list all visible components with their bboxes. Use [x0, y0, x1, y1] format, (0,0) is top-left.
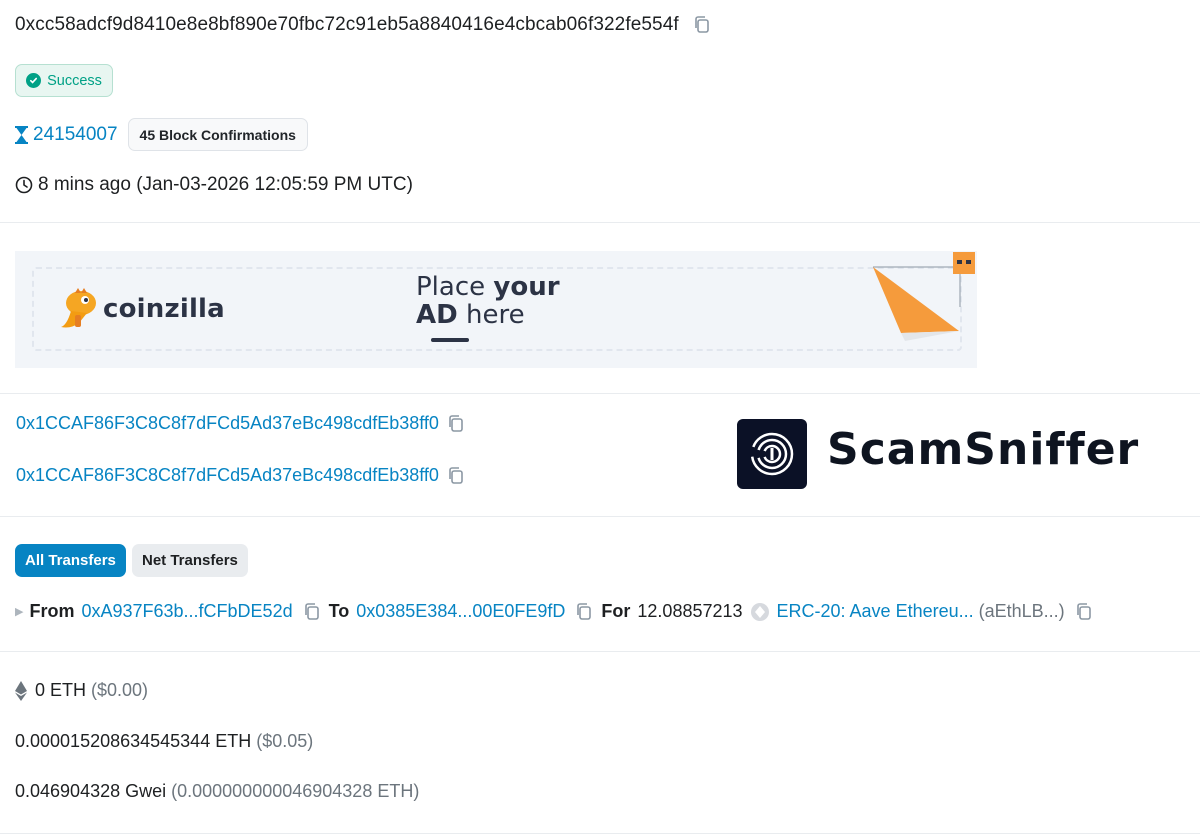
confirmations-badge: 45 Block Confirmations — [127, 118, 308, 151]
hourglass-icon — [15, 125, 28, 144]
divider — [0, 393, 1200, 394]
ad-line2-a: AD — [416, 300, 458, 330]
block-number-link[interactable]: 24154007 — [33, 124, 118, 146]
scamsniffer-wordmark: ScamSniffer — [827, 424, 1140, 475]
status-text: Success — [47, 72, 102, 89]
copy-icon[interactable] — [1075, 602, 1093, 622]
tab-net-transfers[interactable]: Net Transfers — [132, 544, 248, 577]
token-symbol: (aEthLB...) — [978, 601, 1065, 621]
fee-usd: ($0.05) — [256, 731, 314, 751]
coinzilla-mascot-icon — [61, 288, 96, 328]
copy-icon[interactable] — [447, 414, 465, 434]
ad-brand-name: coinzilla — [103, 294, 225, 324]
timestamp-row: 8 mins ago (Jan-03-2026 12:05:59 PM UTC) — [15, 174, 413, 196]
tx-hash-row: 0xcc58adcf9d8410e8e8bf890e70fbc72c91eb5a… — [15, 14, 711, 36]
ad-line1-b: your — [493, 272, 560, 302]
gas-price-eth: (0.000000000046904328 ETH) — [171, 781, 420, 801]
tx-hash: 0xcc58adcf9d8410e8e8bf890e70fbc72c91eb5a… — [15, 14, 679, 35]
eyes-icon — [957, 260, 971, 264]
transaction-fee-row: 0.000015208634545344 ETH ($0.05) — [15, 731, 313, 752]
token-icon — [750, 602, 769, 621]
interacted-with-address-row: 0x1CCAF86F3C8C8f7dFCd5Ad37eBc498cdfEb38f… — [16, 465, 465, 486]
copy-icon[interactable] — [303, 602, 321, 622]
clock-icon — [15, 176, 33, 194]
timestamp-text: 8 mins ago (Jan-03-2026 12:05:59 PM UTC) — [38, 174, 413, 195]
value-row: 0 ETH ($0.00) — [15, 680, 148, 701]
divider — [0, 651, 1200, 652]
ad-line2-b: here — [457, 300, 525, 330]
fee-amount: 0.000015208634545344 ETH — [15, 731, 252, 751]
expand-caret-icon[interactable]: ▶ — [15, 605, 23, 618]
ad-line1-a: Place — [416, 272, 494, 302]
gas-price-row: 0.046904328 Gwei (0.000000000046904328 E… — [15, 781, 419, 802]
ad-banner[interactable]: coinzilla Place your AD here — [15, 251, 977, 368]
transfer-to-link[interactable]: 0x0385E384...00E0FE9fD — [356, 601, 565, 622]
from-label: From — [29, 601, 75, 621]
value-usd: ($0.00) — [91, 680, 149, 700]
check-circle-icon — [26, 73, 42, 88]
token-transfer-row: ▶ From 0xA937F63b...fCFbDE52d To 0x0385E… — [15, 601, 1101, 622]
copy-icon[interactable] — [575, 602, 593, 622]
ad-close-button[interactable] — [953, 252, 975, 274]
transfer-amount: 12.08857213 — [637, 601, 743, 621]
token-link[interactable]: ERC-20: Aave Ethereu... — [777, 601, 974, 622]
value-amount: 0 ETH — [35, 680, 87, 700]
copy-icon[interactable] — [447, 466, 465, 486]
divider — [0, 833, 1200, 834]
to-contract-link[interactable]: 0x1CCAF86F3C8C8f7dFCd5Ad37eBc498cdfEb38f… — [16, 465, 439, 486]
divider — [0, 516, 1200, 517]
tab-all-transfers[interactable]: All Transfers — [15, 544, 126, 577]
block-row: 24154007 45 Block Confirmations — [15, 118, 308, 151]
gas-price-gwei: 0.046904328 Gwei — [15, 781, 167, 801]
ethereum-icon — [15, 680, 27, 701]
ad-paper-plane-icon — [873, 266, 961, 341]
status-badge: Success — [15, 64, 113, 97]
from-address-link[interactable]: 0x1CCAF86F3C8C8f7dFCd5Ad37eBc498cdfEb38f… — [16, 413, 439, 434]
scamsniffer-logo-icon — [737, 419, 807, 489]
divider — [0, 222, 1200, 223]
for-label: For — [601, 601, 631, 621]
ad-underline — [431, 338, 469, 342]
ad-headline: Place your AD here — [416, 273, 560, 329]
transfer-from-link[interactable]: 0xA937F63b...fCFbDE52d — [81, 601, 292, 622]
from-address-row: 0x1CCAF86F3C8C8f7dFCd5Ad37eBc498cdfEb38f… — [16, 413, 465, 434]
to-label: To — [328, 601, 350, 621]
copy-icon[interactable] — [693, 15, 711, 35]
